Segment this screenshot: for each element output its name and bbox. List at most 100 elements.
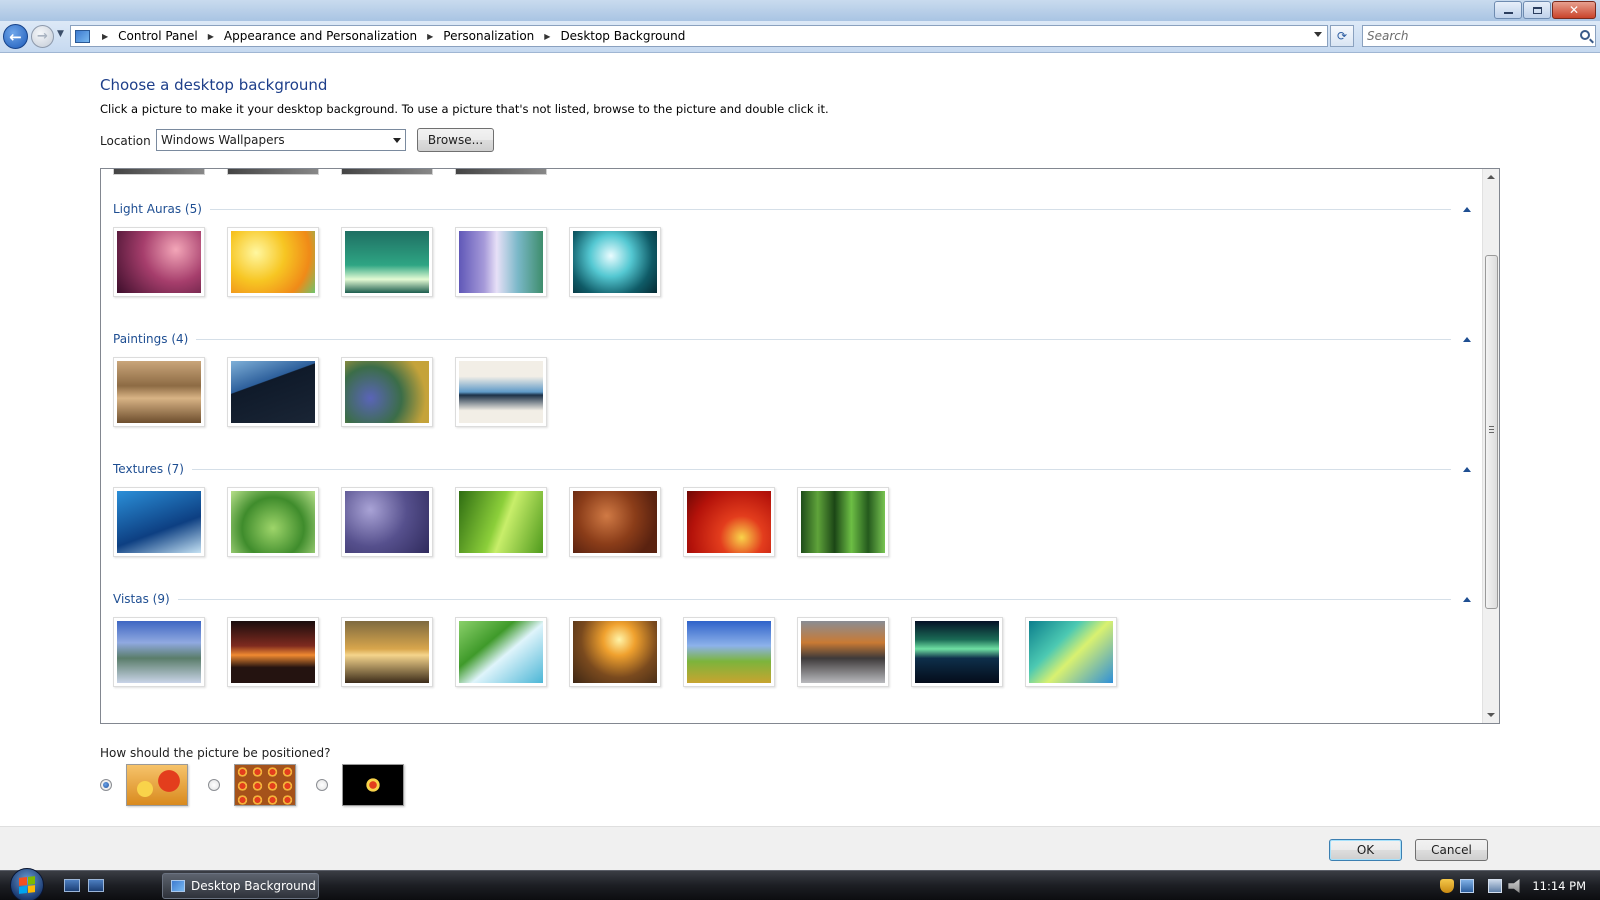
partial-thumbnail[interactable] <box>113 169 205 175</box>
wallpaper-thumbnail[interactable] <box>341 617 433 687</box>
wallpaper-thumbnail[interactable] <box>113 487 205 557</box>
group-header[interactable]: Light Auras (5) <box>113 201 1473 217</box>
collapse-chevron-icon[interactable] <box>1463 206 1471 212</box>
wallpaper-image <box>915 621 999 683</box>
tile-preview-image[interactable] <box>234 764 296 806</box>
wallpaper-group: Textures (7) <box>113 461 1473 557</box>
location-select[interactable]: Windows Wallpapers <box>156 129 406 151</box>
center-preview-image[interactable] <box>342 764 404 806</box>
collapse-chevron-icon[interactable] <box>1463 336 1471 342</box>
wallpaper-thumbnail[interactable] <box>455 487 547 557</box>
wallpaper-thumbnail[interactable] <box>1025 617 1117 687</box>
wallpaper-image <box>117 231 201 293</box>
wallpaper-image <box>345 231 429 293</box>
wallpaper-thumbnail[interactable] <box>341 487 433 557</box>
network-icon[interactable] <box>1460 879 1475 893</box>
tile-option[interactable] <box>208 764 296 806</box>
breadcrumb-separator-icon: ▶ <box>102 31 109 41</box>
tile-radio[interactable] <box>208 779 220 791</box>
wallpaper-image <box>573 621 657 683</box>
wallpaper-thumbnail[interactable] <box>455 227 547 297</box>
center-option[interactable] <box>316 764 404 806</box>
refresh-button[interactable]: ⟳ <box>1330 25 1354 47</box>
wallpaper-thumbnail[interactable] <box>569 487 661 557</box>
wallpaper-thumbnail[interactable] <box>113 357 205 427</box>
wallpaper-thumbnail[interactable] <box>569 227 661 297</box>
breadcrumb-control-panel[interactable]: Control Panel <box>116 29 200 43</box>
partial-thumbnail[interactable] <box>341 169 433 175</box>
vertical-scrollbar[interactable] <box>1482 169 1499 723</box>
breadcrumb-separator-icon[interactable]: ▶ <box>544 32 550 41</box>
control-panel-icon <box>171 880 185 892</box>
center-radio[interactable] <box>316 779 328 791</box>
close-icon: ✕ <box>1568 3 1580 17</box>
browse-button[interactable]: Browse... <box>417 128 494 152</box>
wallpaper-thumbnail[interactable] <box>227 357 319 427</box>
show-desktop-icon[interactable] <box>64 879 80 892</box>
volume-muted-icon[interactable] <box>1508 879 1520 893</box>
wallpaper-image <box>231 491 315 553</box>
collapse-chevron-icon[interactable] <box>1463 596 1471 602</box>
address-dropdown-icon[interactable] <box>1314 32 1322 37</box>
wallpaper-thumbnail[interactable] <box>455 357 547 427</box>
back-button[interactable]: ← <box>3 24 28 49</box>
forward-arrow-icon: → <box>37 29 48 44</box>
wallpaper-thumbnail[interactable] <box>797 617 889 687</box>
wallpaper-image <box>573 491 657 553</box>
scroll-down-icon[interactable] <box>1487 713 1495 717</box>
wallpaper-thumbnail[interactable] <box>455 617 547 687</box>
fill-radio[interactable] <box>100 779 112 791</box>
cancel-button[interactable]: Cancel <box>1415 839 1488 861</box>
maximize-button[interactable] <box>1523 1 1551 19</box>
ok-button[interactable]: OK <box>1329 839 1402 861</box>
wallpaper-image <box>801 621 885 683</box>
security-shield-icon[interactable] <box>1440 879 1455 893</box>
back-arrow-icon: ← <box>9 27 22 46</box>
wallpaper-image <box>231 361 315 423</box>
breadcrumb-desktop-background[interactable]: Desktop Background <box>558 29 687 43</box>
wallpaper-thumbnail[interactable] <box>227 617 319 687</box>
group-header[interactable]: Textures (7) <box>113 461 1473 477</box>
fill-preview-image[interactable] <box>126 764 188 806</box>
collapse-chevron-icon[interactable] <box>1463 466 1471 472</box>
address-bar[interactable]: ▶ Control Panel ▶ Appearance and Persona… <box>70 25 1328 47</box>
wallpaper-image <box>345 491 429 553</box>
clock[interactable]: 11:14 PM <box>1532 879 1586 893</box>
taskbar-item-desktop-background[interactable]: Desktop Background <box>162 873 319 899</box>
group-header[interactable]: Vistas (9) <box>113 591 1473 607</box>
scrollbar-thumb[interactable] <box>1485 255 1498 609</box>
wallpaper-thumbnail[interactable] <box>683 487 775 557</box>
wallpaper-image <box>345 621 429 683</box>
refresh-icon: ⟳ <box>1336 29 1348 43</box>
wallpaper-thumbnail[interactable] <box>797 487 889 557</box>
breadcrumb-separator-icon[interactable]: ▶ <box>208 32 214 41</box>
wallpaper-thumbnail[interactable] <box>569 617 661 687</box>
breadcrumb-appearance[interactable]: Appearance and Personalization <box>222 29 419 43</box>
search-input[interactable] <box>1363 26 1563 46</box>
scroll-up-icon[interactable] <box>1487 175 1495 179</box>
close-button[interactable]: ✕ <box>1552 1 1596 19</box>
display-icon[interactable] <box>1488 879 1503 893</box>
wallpaper-thumbnail[interactable] <box>341 227 433 297</box>
breadcrumb-personalization[interactable]: Personalization <box>441 29 536 43</box>
wallpaper-thumbnail[interactable] <box>113 617 205 687</box>
wallpaper-thumbnail[interactable] <box>341 357 433 427</box>
partial-thumbnail[interactable] <box>455 169 547 175</box>
wallpaper-thumbnail[interactable] <box>227 487 319 557</box>
switch-windows-icon[interactable] <box>88 879 104 892</box>
search-icon[interactable] <box>1580 30 1590 40</box>
minimize-button[interactable] <box>1494 1 1522 19</box>
forward-button[interactable]: → <box>31 25 54 48</box>
start-button[interactable] <box>10 868 44 900</box>
fill-option[interactable] <box>100 764 188 806</box>
partial-thumbnail[interactable] <box>227 169 319 175</box>
dialog-footer: OK Cancel <box>0 826 1600 870</box>
wallpaper-thumbnail[interactable] <box>911 617 1003 687</box>
group-divider <box>209 208 1451 210</box>
recent-pages-button[interactable]: ▼ <box>57 29 64 39</box>
wallpaper-thumbnail[interactable] <box>227 227 319 297</box>
wallpaper-thumbnail[interactable] <box>113 227 205 297</box>
breadcrumb-separator-icon[interactable]: ▶ <box>427 32 433 41</box>
wallpaper-thumbnail[interactable] <box>683 617 775 687</box>
group-header[interactable]: Paintings (4) <box>113 331 1473 347</box>
